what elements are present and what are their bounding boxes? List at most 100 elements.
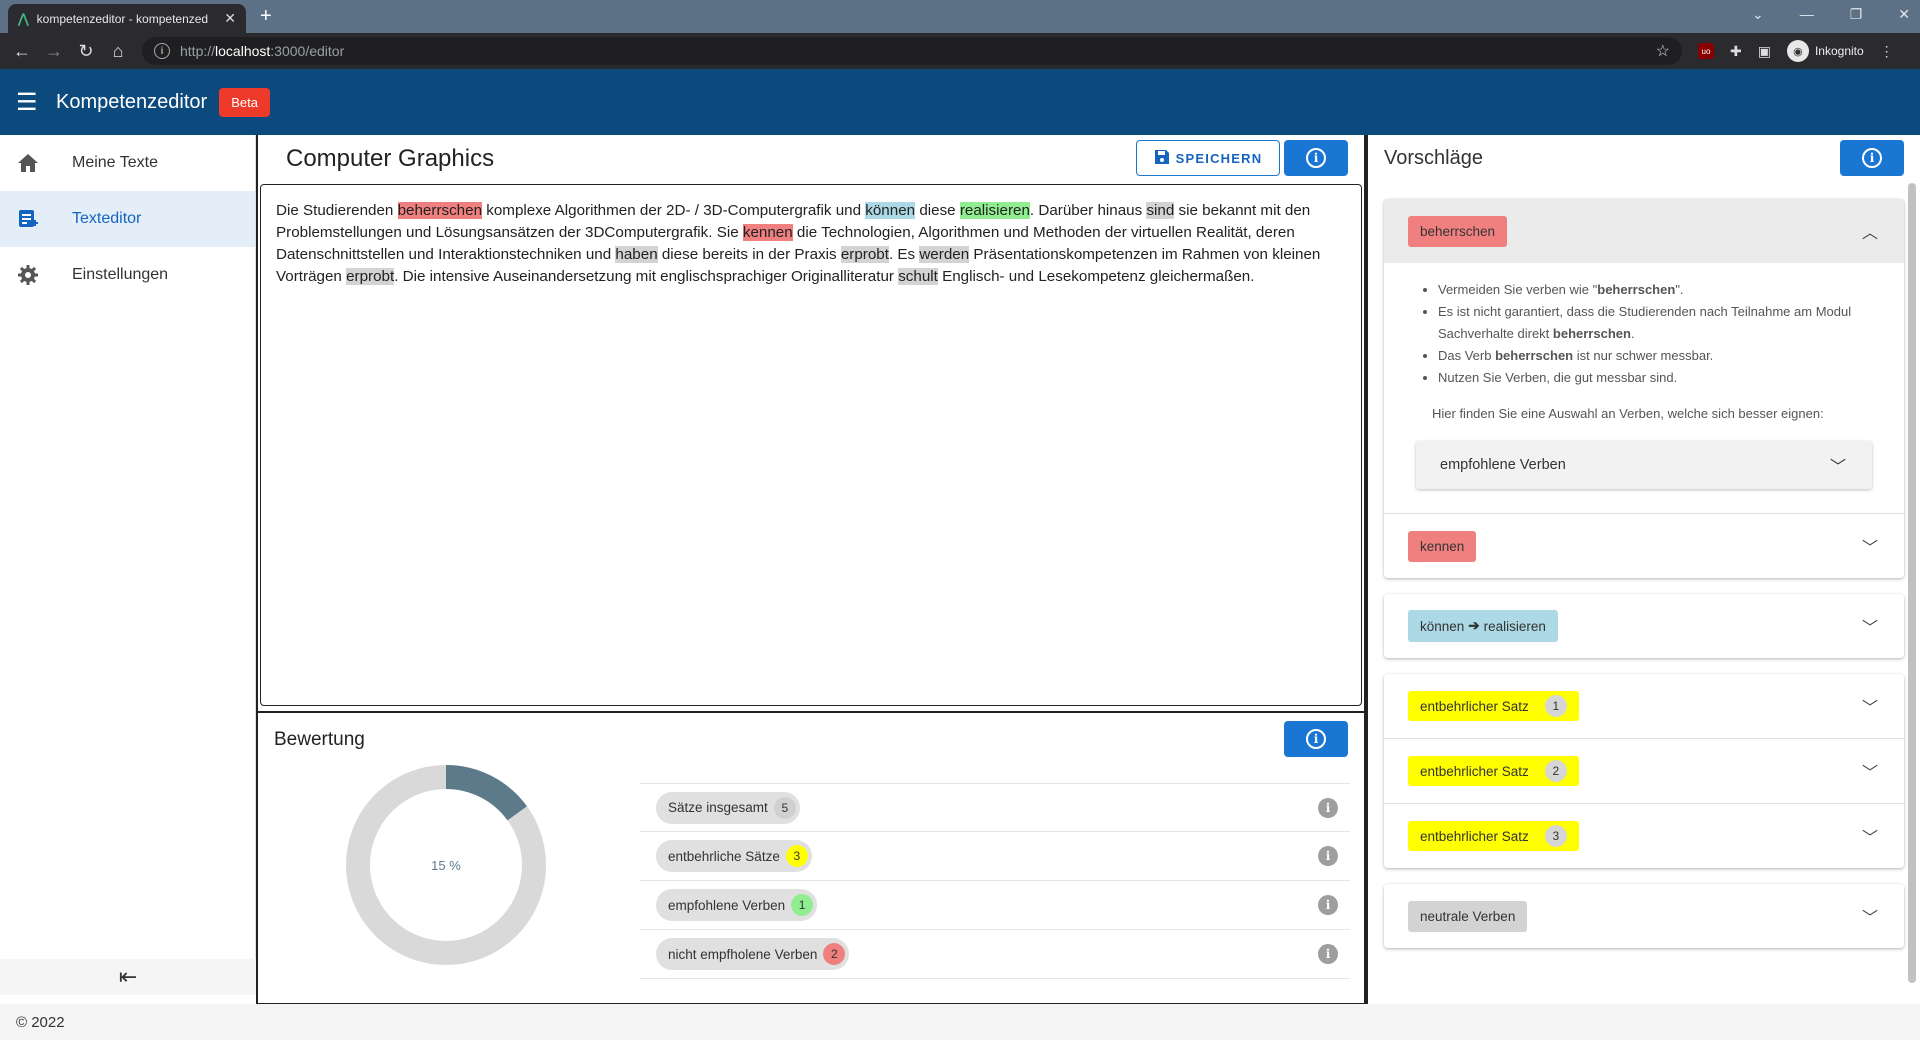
bookmark-star-icon[interactable]: ☆: [1656, 41, 1670, 61]
verb-tag: beherrschen: [1408, 215, 1508, 247]
expansion-header-kennen[interactable]: kennen ﹀: [1384, 514, 1904, 578]
info-icon: i: [1306, 729, 1326, 749]
expansion-header[interactable]: entbehrlicher Satz 2 ﹀: [1384, 739, 1904, 803]
sidebar-item-einstellungen[interactable]: Einstellungen: [0, 247, 255, 303]
sidebar-item-label: Einstellungen: [72, 266, 169, 283]
suggestion-card-sentences: entbehrlicher Satz 1 ﹀ entbehrlicher Satz…: [1384, 674, 1904, 868]
tab-title: kompetenzeditor - kompetenzed: [36, 11, 209, 26]
expansion-header[interactable]: neutrale Verben ﹀: [1384, 884, 1904, 948]
suggestions-list: beherrschen ︿ Vermeiden Sie verben wie "…: [1384, 199, 1904, 964]
vue-logo-icon: ⋀: [18, 10, 29, 26]
sidebar-item-texteditor[interactable]: Texteditor: [0, 191, 255, 247]
replacement-tag: können ➔ realisieren: [1408, 610, 1558, 642]
sentence-tag: entbehrlicher Satz 1: [1408, 691, 1579, 721]
info-icon[interactable]: i: [1318, 944, 1338, 964]
browser-tab[interactable]: ⋀ kompetenzeditor - kompetenzed ✕: [8, 4, 246, 33]
sentence-tag: entbehrlicher Satz 3: [1408, 821, 1579, 851]
info-icon[interactable]: i: [1318, 846, 1338, 866]
info-icon[interactable]: i: [1318, 895, 1338, 915]
info-icon: i: [1306, 148, 1326, 168]
chevron-down-icon: ﹀: [1861, 620, 1878, 637]
highlight-neutral-verb[interactable]: haben: [615, 246, 658, 263]
text-editor[interactable]: Die Studierenden beherrschen komplexe Al…: [260, 184, 1362, 706]
footer: © 2022: [0, 1004, 1920, 1040]
editor-info-button[interactable]: i: [1284, 140, 1348, 176]
browser-menu-icon[interactable]: ⋮: [1880, 43, 1894, 60]
stat-chip: nicht empfholene Verben 2: [656, 938, 850, 970]
text-segment: diese bereits in der Praxis: [657, 246, 841, 263]
save-button[interactable]: SPEICHERN: [1136, 140, 1280, 176]
text-segment: komplexe Algorithmen der 2D- / 3D-Comput…: [482, 202, 866, 219]
gear-icon: [16, 263, 40, 287]
site-info-icon[interactable]: i: [154, 43, 170, 59]
stat-count: 1: [791, 894, 814, 916]
sentence-number: 2: [1544, 760, 1567, 782]
expansion-header[interactable]: können ➔ realisieren ﹀: [1384, 594, 1904, 658]
highlight-not-recommended-verb[interactable]: kennen: [742, 224, 793, 241]
incognito-icon: ◉: [1786, 40, 1809, 62]
home-icon[interactable]: ⌂: [102, 41, 134, 62]
expansion-header[interactable]: beherrschen ︿: [1384, 199, 1904, 263]
copyright: © 2022: [16, 1013, 65, 1031]
tab-search-icon[interactable]: ⌄: [1752, 6, 1764, 23]
scrollbar[interactable]: [1908, 183, 1916, 983]
url-prefix: http://: [180, 43, 216, 59]
advice-item: Das Verb beherrschen ist nur schwer mess…: [1438, 345, 1880, 367]
verb-to: realisieren: [1483, 618, 1546, 634]
sentence-tag: entbehrlicher Satz 2: [1408, 756, 1579, 786]
recommended-verbs-dropdown[interactable]: empfohlene Verben ﹀: [1416, 441, 1872, 489]
text-segment: . Darüber hinaus: [1029, 202, 1147, 219]
highlight-replaceable-verb[interactable]: können: [865, 202, 916, 219]
editor-panel: Computer Graphics SPEICHERN i Die Studie…: [256, 135, 1366, 1005]
extensions-puzzle-icon[interactable]: ✚: [1730, 43, 1742, 60]
suggestions-info-button[interactable]: i: [1840, 140, 1904, 176]
evaluation-title: Bewertung: [274, 729, 365, 750]
suggestions-panel: Vorschläge i beherrschen ︿ Vermeiden Sie…: [1366, 135, 1920, 1005]
app-title: Kompetenzeditor: [56, 90, 208, 113]
highlight-neutral-verb[interactable]: erprobt: [840, 246, 889, 263]
menu-icon[interactable]: ☰: [16, 88, 50, 117]
close-tab-icon[interactable]: ✕: [224, 10, 236, 27]
back-icon[interactable]: ←: [6, 41, 38, 62]
stat-count: 2: [823, 943, 846, 965]
highlight-neutral-verb[interactable]: werden: [919, 246, 970, 263]
forward-icon[interactable]: →: [38, 41, 70, 62]
reload-icon[interactable]: ↻: [70, 41, 102, 62]
minimize-icon[interactable]: —: [1800, 6, 1814, 23]
score-donut: 15 %: [346, 765, 546, 965]
evaluation-section: Bewertung i 15 % Sätze insgesamt 5 i entb…: [258, 711, 1364, 1003]
evaluation-info-button[interactable]: i: [1284, 721, 1348, 757]
text-segment: Die Studierenden: [276, 202, 398, 219]
sidebar-item-meine-texte[interactable]: Meine Texte: [0, 135, 255, 191]
highlight-recommended-verb[interactable]: realisieren: [959, 202, 1030, 219]
new-tab-icon[interactable]: +: [260, 5, 272, 28]
url-path: :3000/editor: [270, 43, 345, 59]
chevron-down-icon: ﹀: [1861, 830, 1878, 847]
app-bar: ☰ Kompetenzeditor Beta: [0, 69, 1920, 135]
browser-tabbar: ⋀ kompetenzeditor - kompetenzed ✕ + ⌄ — …: [0, 0, 1920, 33]
stat-label: Sätze insgesamt: [668, 800, 768, 815]
info-icon[interactable]: i: [1318, 797, 1338, 818]
highlight-neutral-verb[interactable]: sind: [1146, 202, 1175, 219]
highlight-neutral-verb[interactable]: schult: [898, 268, 938, 285]
highlight-not-recommended-verb[interactable]: beherrschen: [397, 202, 483, 219]
stat-row-total-sentences: Sätze insgesamt 5 i: [640, 783, 1350, 832]
expansion-header[interactable]: entbehrlicher Satz 3 ﹀: [1384, 804, 1904, 868]
close-window-icon[interactable]: ✕: [1898, 6, 1910, 23]
profile-label: Inkognito: [1814, 44, 1864, 58]
neutral-verbs-tag: neutrale Verben: [1408, 900, 1528, 932]
highlight-neutral-verb[interactable]: erprobt: [346, 268, 395, 285]
incognito-profile[interactable]: ◉ Inkognito: [1786, 40, 1864, 62]
address-bar[interactable]: i http://localhost:3000/editor ☆: [142, 37, 1682, 65]
ublock-icon[interactable]: uo: [1698, 43, 1714, 59]
note-add-icon: [16, 207, 40, 231]
collapse-sidebar-icon[interactable]: ⇤: [0, 959, 256, 995]
sentence-number: 3: [1544, 825, 1567, 847]
chevron-down-icon: ﹀: [1861, 540, 1878, 557]
side-panel-icon[interactable]: ▣: [1758, 43, 1771, 60]
stat-chip: empfohlene Verben 1: [656, 889, 818, 921]
stat-count: 5: [773, 796, 796, 819]
expansion-header[interactable]: entbehrlicher Satz 1 ﹀: [1384, 674, 1904, 738]
restore-icon[interactable]: ❐: [1850, 6, 1863, 23]
beta-badge: Beta: [219, 87, 270, 117]
